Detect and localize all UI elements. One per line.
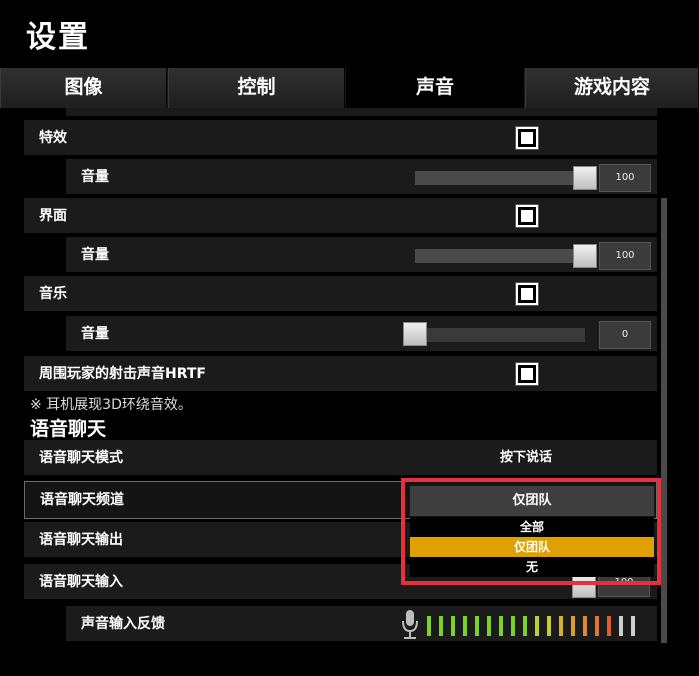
scrollbar[interactable] [661,198,667,643]
voice-chat-mode-label: 语音聊天模式 [39,450,123,466]
meter-bar [559,616,563,636]
interface-volume-row: 音量 100 [66,237,657,273]
music-row: 音乐 [24,276,657,312]
music-label: 音乐 [39,286,67,302]
music-checkbox[interactable] [516,283,538,305]
interface-volume-label: 音量 [81,247,109,263]
meter-bar [463,616,467,636]
page-title: 设置 [26,20,90,55]
meter-bar [607,616,611,636]
meter-bar [523,616,527,636]
effects-label: 特效 [39,130,67,146]
interface-volume-value[interactable]: 100 [599,242,651,270]
meter-bar [595,616,599,636]
voice-chat-mode-row[interactable]: 语音聊天模式 按下说话 [24,440,657,476]
meter-bar [487,616,491,636]
voice-chat-channel-label: 语音聊天频道 [40,492,124,508]
effects-row: 特效 [24,120,657,156]
meter-bar [451,616,455,636]
meter-bar [535,616,539,636]
tab-controls[interactable]: 控制 [168,68,345,108]
meter-bar [511,616,515,636]
voice-chat-output-label: 语音聊天输出 [39,532,123,548]
annotation-highlight-box [401,478,661,585]
effects-volume-label: 音量 [81,169,109,185]
interface-volume-slider[interactable] [415,249,585,263]
effects-volume-slider[interactable] [415,171,585,185]
meter-bar [439,616,443,636]
hrtf-row: 周围玩家的射击声音HRTF [24,356,657,392]
meter-bar [427,616,431,636]
tab-bar: 图像 控制 声音 游戏内容 [0,68,699,108]
interface-checkbox[interactable] [516,205,538,227]
meter-bar [547,616,551,636]
effects-volume-value[interactable]: 100 [599,164,651,192]
music-volume-label: 音量 [81,326,109,342]
interface-volume-handle[interactable] [573,244,597,268]
voice-chat-section-title: 语音聊天 [30,418,107,440]
meter-bar [583,616,587,636]
effects-volume-handle[interactable] [573,166,597,190]
meter-bar [631,616,635,636]
music-volume-value[interactable]: 0 [599,321,651,349]
music-volume-row: 音量 0 [66,316,657,352]
hrtf-label: 周围玩家的射击声音HRTF [39,366,206,382]
music-volume-slider[interactable] [403,328,585,342]
meter-bar [571,616,575,636]
effects-checkbox[interactable] [516,127,538,149]
voice-chat-mode-value[interactable]: 按下说话 [416,440,636,476]
hrtf-note: ※ 耳机展现3D环绕音效。 [30,397,192,413]
interface-row: 界面 [24,198,657,234]
voice-feedback-label: 声音输入反馈 [81,616,165,632]
meter-bar [475,616,479,636]
tab-graphics[interactable]: 图像 [0,68,167,108]
tab-sound[interactable]: 声音 [346,68,524,108]
voice-feedback-row: 声音输入反馈 [66,606,657,642]
meter-bar [619,616,623,636]
music-volume-handle[interactable] [403,322,427,346]
meter-bar [499,616,503,636]
hrtf-checkbox[interactable] [516,363,538,385]
interface-label: 界面 [39,208,67,224]
microphone-icon [402,610,418,639]
clipped-row-edge [66,108,657,116]
tab-game-content[interactable]: 游戏内容 [525,68,699,108]
voice-chat-input-label: 语音聊天输入 [39,574,123,590]
effects-volume-row: 音量 100 [66,159,657,195]
